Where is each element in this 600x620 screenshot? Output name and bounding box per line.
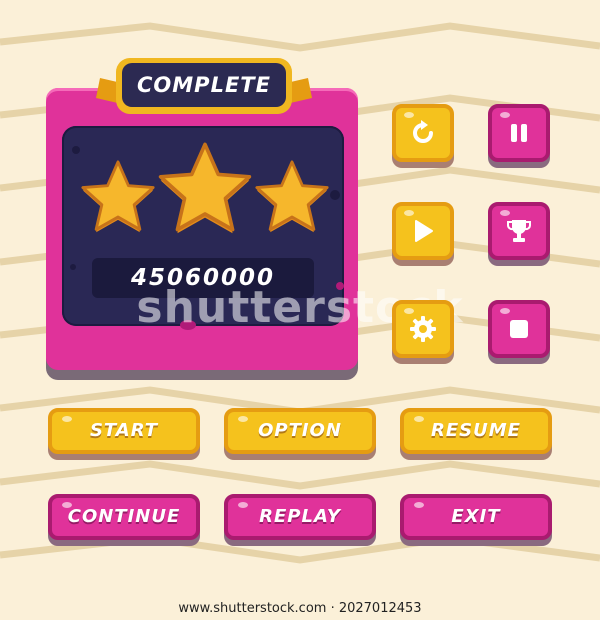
gear-icon-button[interactable] (392, 300, 454, 358)
option-button-label: OPTION (258, 420, 342, 441)
start-button[interactable]: START (48, 408, 200, 454)
resume-button[interactable]: RESUME (400, 408, 552, 454)
resume-button-label: RESUME (431, 420, 521, 441)
pause-icon (511, 124, 527, 142)
shine (404, 112, 414, 118)
stop-icon-button[interactable] (488, 300, 550, 358)
decor-dot (70, 264, 76, 270)
replay-icon-button[interactable] (392, 104, 454, 162)
decor-dot (72, 146, 80, 154)
replay-icon (413, 120, 433, 143)
exit-button-label: EXIT (451, 506, 501, 527)
trophy-icon-button[interactable] (488, 202, 550, 260)
shine (404, 308, 414, 314)
watermark-caption: www.shutterstock.com · 2027012453 (0, 598, 600, 620)
start-button-label: START (89, 420, 159, 441)
shine (500, 112, 510, 118)
replay-button-label: REPLAY (259, 506, 341, 527)
shine (404, 210, 414, 216)
play-icon-button[interactable] (392, 202, 454, 260)
pause-icon-button[interactable] (488, 104, 550, 162)
gear-icon (410, 316, 436, 342)
continue-button-label: CONTINUE (67, 506, 181, 527)
star-icon (255, 160, 329, 233)
star-icon (81, 160, 155, 233)
star-icon (158, 142, 252, 234)
shine (500, 308, 510, 314)
exit-button[interactable]: EXIT (400, 494, 552, 540)
option-button[interactable]: OPTION (224, 408, 376, 454)
stop-icon (510, 320, 528, 338)
shine (500, 210, 510, 216)
replay-button[interactable]: REPLAY (224, 494, 376, 540)
decor-dot (330, 190, 340, 200)
trophy-icon (507, 220, 531, 242)
play-icon (415, 220, 433, 242)
stars-rating (81, 142, 329, 234)
continue-button[interactable]: CONTINUE (48, 494, 200, 540)
dialog-title: COMPLETE (137, 73, 271, 97)
